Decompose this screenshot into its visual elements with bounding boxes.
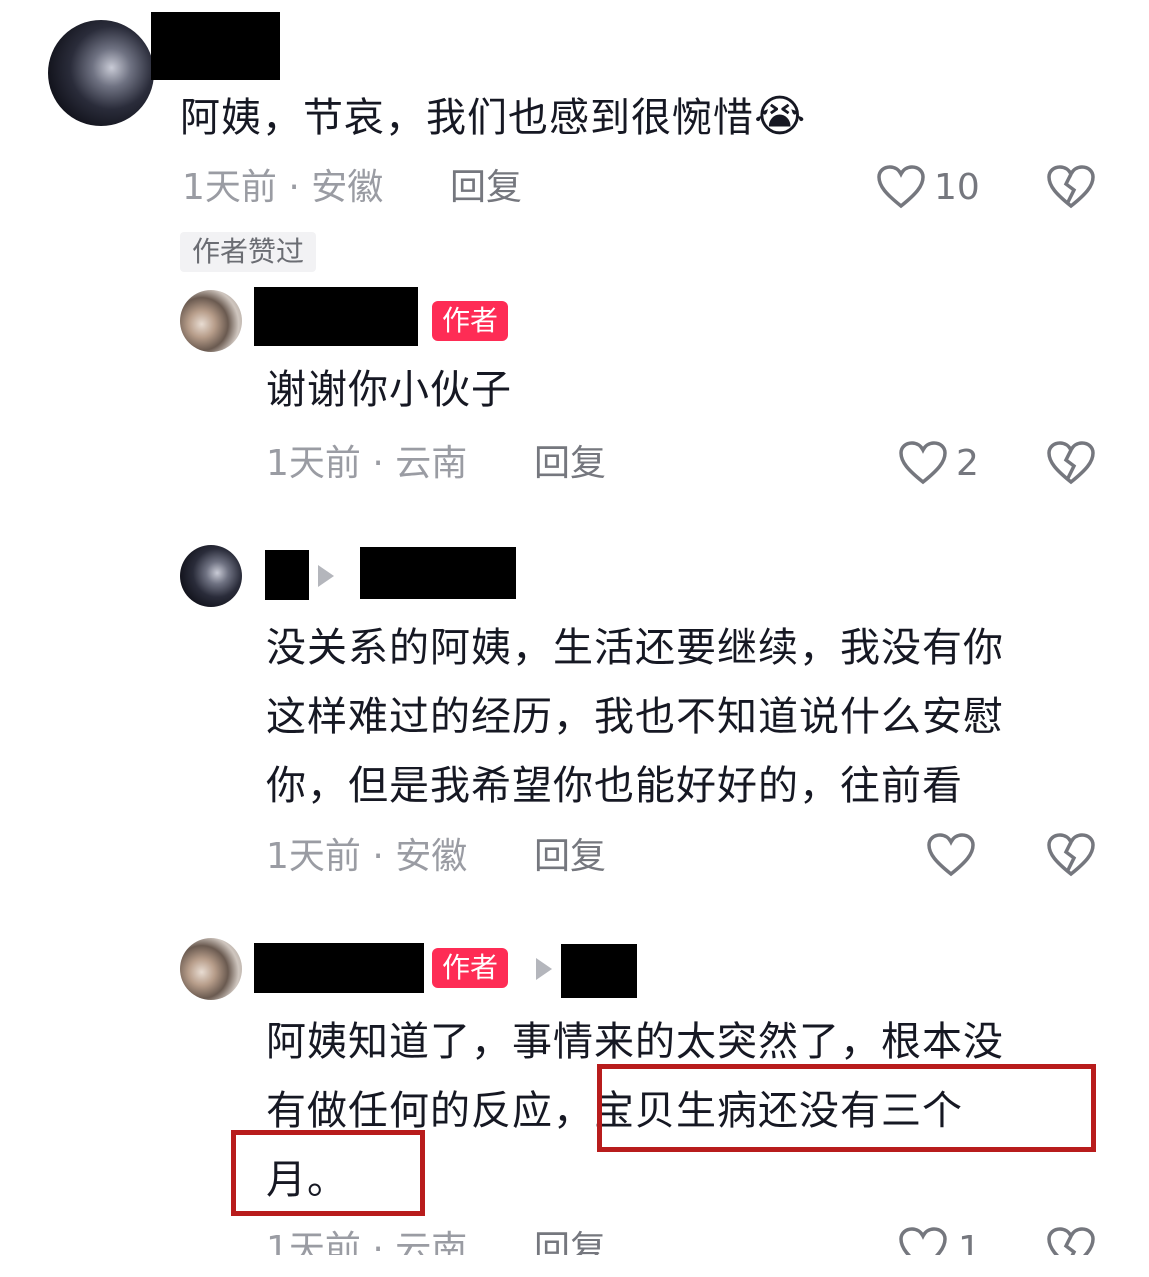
comment-text: 谢谢你小伙子 bbox=[266, 367, 512, 413]
like-count: 1 bbox=[958, 1229, 981, 1255]
crying-sunglasses-emoji: 😭 bbox=[754, 91, 807, 142]
reply-button[interactable]: 回复 bbox=[534, 442, 606, 486]
comment-text-line: 你，但是我希望你也能好好的，往前看 bbox=[266, 763, 963, 809]
highlight-box bbox=[597, 1064, 1096, 1152]
author-liked-tag: 作者赞过 bbox=[180, 232, 317, 272]
comment-meta: 1天前 · 云南 bbox=[266, 443, 468, 484]
redacted-reply-target bbox=[360, 547, 516, 599]
comment-meta: 1天前 · 安徽 bbox=[182, 167, 384, 208]
reply-button[interactable]: 回复 bbox=[534, 1228, 606, 1255]
author-badge: 作者 bbox=[432, 301, 509, 341]
highlight-box bbox=[231, 1130, 425, 1216]
reply-to-arrow-icon bbox=[536, 958, 552, 980]
dislike-broken-heart-icon[interactable] bbox=[1046, 440, 1096, 486]
dislike-broken-heart-icon[interactable] bbox=[1046, 1226, 1096, 1255]
like-heart-icon[interactable] bbox=[926, 832, 976, 878]
dislike-broken-heart-icon[interactable] bbox=[1046, 832, 1096, 878]
comment-text: 阿姨，节哀，我们也感到很惋惜😭 bbox=[180, 91, 807, 142]
cut-off-meta-row: 1天前 · 云南 回复 1 bbox=[0, 1222, 1149, 1255]
reply-to-arrow-icon bbox=[318, 565, 334, 587]
avatar[interactable] bbox=[180, 290, 242, 352]
avatar[interactable] bbox=[180, 938, 242, 1000]
like-count: 10 bbox=[934, 167, 980, 208]
like-heart-icon[interactable] bbox=[876, 164, 926, 210]
like-heart-icon[interactable] bbox=[898, 440, 948, 486]
like-heart-icon[interactable] bbox=[898, 1226, 948, 1255]
redacted-username bbox=[265, 550, 309, 600]
redacted-username bbox=[151, 12, 280, 80]
comment-text-line: 这样难过的经历，我也不知道说什么安慰 bbox=[266, 694, 1004, 740]
avatar[interactable] bbox=[180, 545, 242, 607]
comment-text-line: 没关系的阿姨，生活还要继续，我没有你 bbox=[266, 625, 1004, 671]
comment-meta: 1天前 · 云南 bbox=[266, 1229, 468, 1255]
comment-meta: 1天前 · 安徽 bbox=[266, 836, 468, 877]
redacted-reply-target bbox=[561, 944, 637, 998]
author-badge: 作者 bbox=[432, 948, 509, 988]
reply-button[interactable]: 回复 bbox=[450, 166, 522, 210]
like-count: 2 bbox=[956, 443, 979, 484]
dislike-broken-heart-icon[interactable] bbox=[1046, 164, 1096, 210]
avatar[interactable] bbox=[48, 20, 154, 126]
redacted-username bbox=[254, 943, 424, 993]
redacted-username bbox=[254, 287, 418, 346]
reply-button[interactable]: 回复 bbox=[534, 835, 606, 879]
